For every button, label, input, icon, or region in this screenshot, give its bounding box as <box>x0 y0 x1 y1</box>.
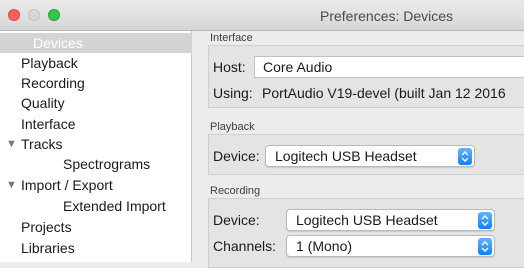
recording-device-value: Logitech USB Headset <box>296 212 438 228</box>
sidebar-item-libraries[interactable]: Libraries <box>0 238 192 258</box>
chevron-updown-icon <box>478 238 492 255</box>
recording-device-dropdown[interactable]: Logitech USB Headset <box>286 209 495 231</box>
playback-group: Device: Logitech USB Headset <box>208 134 524 175</box>
channels-value: 1 (Mono) <box>296 238 353 254</box>
using-label: Using: <box>213 85 253 101</box>
playback-group-title: Playback <box>210 121 255 133</box>
sidebar-item-recording[interactable]: Recording <box>0 73 192 93</box>
minimize-window-button[interactable] <box>28 9 40 21</box>
sidebar-item-label: Projects <box>21 219 72 235</box>
sidebar-item-import-export[interactable]: ▼ Import / Export <box>0 175 192 195</box>
interface-group-title: Interface <box>210 32 253 44</box>
host-field[interactable]: Core Audio <box>254 56 524 78</box>
disclosure-triangle-icon[interactable]: ▼ <box>6 175 17 195</box>
recording-device-label: Device: <box>213 212 260 228</box>
zoom-window-button[interactable] <box>48 9 60 21</box>
sidebar-item-label: Spectrograms <box>63 156 151 172</box>
sidebar-item-spectrograms[interactable]: Spectrograms <box>0 154 192 174</box>
sidebar-item-interface[interactable]: Interface <box>0 114 192 134</box>
sidebar-item-devices[interactable]: Devices <box>0 33 192 53</box>
playback-device-label: Device: <box>213 148 260 164</box>
sidebar-item-label: Libraries <box>21 240 75 256</box>
sidebar-item-extended-import[interactable]: Extended Import <box>0 196 192 216</box>
sidebar-item-label: Tracks <box>21 136 63 152</box>
recording-group: Device: Logitech USB Headset Channels: 1… <box>208 198 524 268</box>
host-label: Host: <box>213 59 246 75</box>
sidebar-item-playback[interactable]: Playback <box>0 53 192 73</box>
preferences-category-tree[interactable]: Devices Playback Recording Quality Inter… <box>0 31 192 262</box>
chevron-updown-icon <box>458 148 472 165</box>
sidebar-item-label: Import / Export <box>21 177 113 193</box>
sidebar-item-label: Interface <box>21 116 76 132</box>
sidebar-item-quality[interactable]: Quality <box>0 93 192 113</box>
preferences-content-pane: Interface Host: Core Audio Using: PortAu… <box>193 31 524 268</box>
chevron-updown-icon <box>478 212 492 229</box>
channels-label: Channels: <box>213 238 277 254</box>
close-window-button[interactable] <box>8 9 20 21</box>
sidebar-item-projects[interactable]: Projects <box>0 217 192 237</box>
sidebar-item-tracks[interactable]: ▼ Tracks <box>0 134 192 154</box>
disclosure-triangle-icon[interactable]: ▼ <box>6 134 17 154</box>
sidebar-item-label: Playback <box>21 55 78 71</box>
channels-dropdown[interactable]: 1 (Mono) <box>286 235 495 257</box>
sidebar-item-label: Extended Import <box>63 198 166 214</box>
playback-device-dropdown[interactable]: Logitech USB Headset <box>265 145 475 167</box>
portaudio-version-text: PortAudio V19-devel (built Jan 12 2016 <box>262 85 506 101</box>
window-title: Preferences: Devices <box>320 8 454 24</box>
title-bar: Preferences: Devices <box>0 0 524 31</box>
interface-group: Host: Core Audio Using: PortAudio V19-de… <box>208 45 524 108</box>
sidebar-item-label: Quality <box>21 95 65 111</box>
sidebar-item-label: Recording <box>21 75 85 91</box>
recording-group-title: Recording <box>210 185 261 197</box>
sidebar-item-label: Devices <box>33 35 83 51</box>
playback-device-value: Logitech USB Headset <box>275 148 417 164</box>
